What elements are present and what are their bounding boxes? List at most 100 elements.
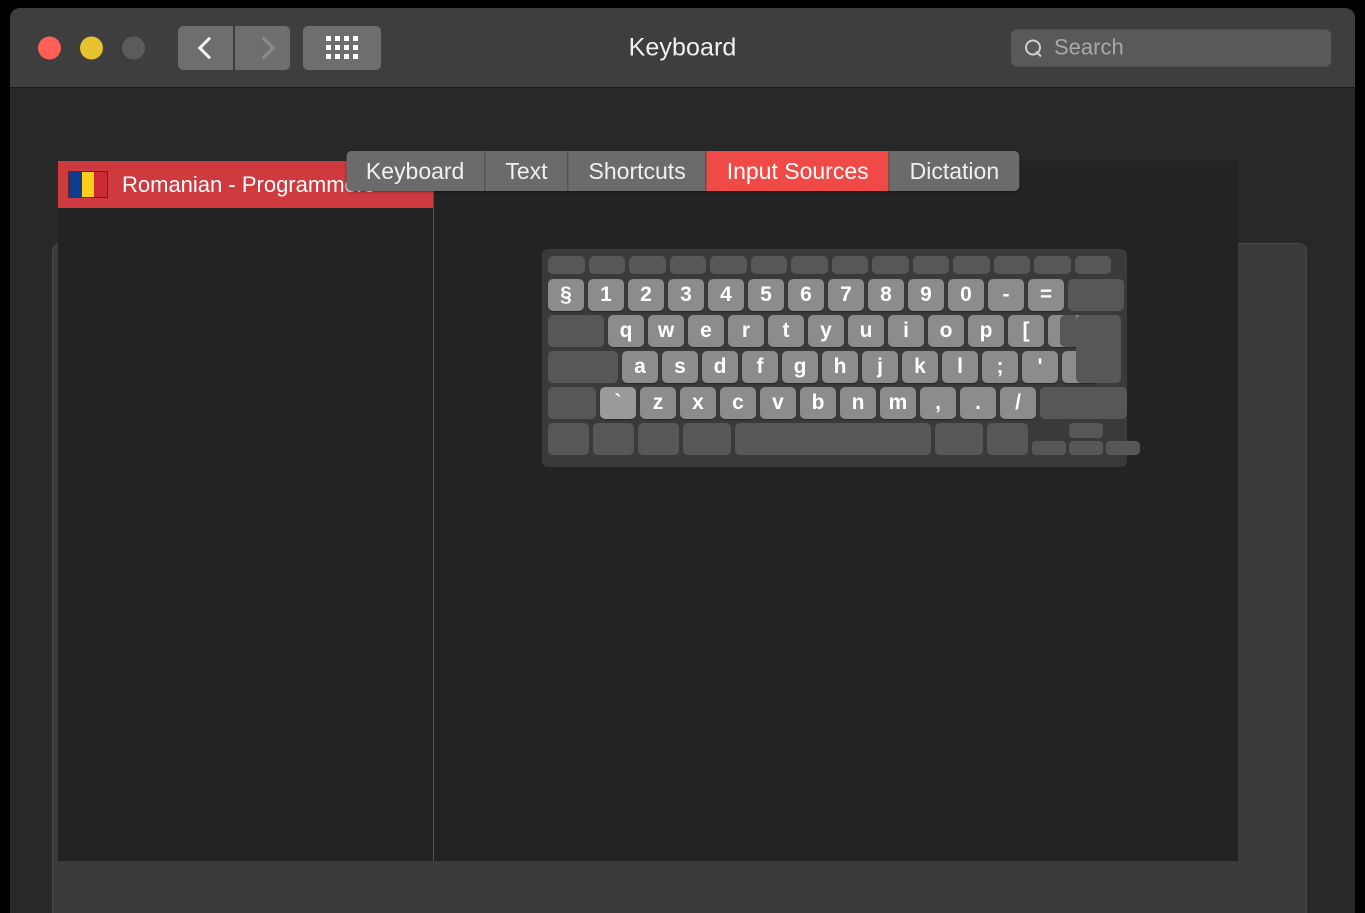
- key-3: 3: [668, 279, 704, 311]
- key-t: t: [768, 315, 804, 347]
- romania-flag-icon: [68, 171, 108, 198]
- key-.: .: [960, 387, 996, 419]
- key-,: ,: [920, 387, 956, 419]
- key-`: `: [600, 387, 636, 419]
- arrow-up-key: [1069, 423, 1103, 438]
- arrow-right-key: [1106, 441, 1140, 455]
- window-titlebar: Keyboard Search: [10, 8, 1355, 88]
- key-blank: [548, 256, 585, 274]
- key-j: j: [862, 351, 898, 383]
- key-a: a: [622, 351, 658, 383]
- key-blank: [638, 423, 679, 455]
- key-blank: [831, 256, 868, 274]
- key-/: /: [1000, 387, 1036, 419]
- key-blank: [735, 423, 931, 455]
- key-5: 5: [748, 279, 784, 311]
- keyboard-qwerty-row: qwertyuiop[]: [548, 315, 1121, 347]
- input-source-list[interactable]: Romanian - Programmers: [58, 161, 434, 861]
- key-blank: [1034, 256, 1071, 274]
- content-area: Keyboard Text Shortcuts Input Sources Dictat…: [10, 88, 1355, 913]
- search-placeholder: Search: [1054, 34, 1124, 60]
- key-z: z: [640, 387, 676, 419]
- key-blank: [1040, 387, 1127, 419]
- preferences-window: Keyboard Search Keyboard Text Shortcuts Inp…: [10, 8, 1355, 913]
- key-7: 7: [828, 279, 864, 311]
- key-9: 9: [908, 279, 944, 311]
- key-2: 2: [628, 279, 664, 311]
- tab-text[interactable]: Text: [485, 151, 569, 191]
- key-blank: [548, 351, 618, 383]
- key-n: n: [840, 387, 876, 419]
- key-blank: [629, 256, 666, 274]
- input-sources-pane: Romanian - Programmers § 1 2 3 4 5 6 7 8 9 0- = q w e r…: [58, 161, 1238, 861]
- key-p: p: [968, 315, 1004, 347]
- key-q: q: [608, 315, 644, 347]
- tab-dictation[interactable]: Dictation: [889, 151, 1020, 191]
- key-blank: [548, 387, 596, 419]
- arrow-key-cluster: [1032, 423, 1140, 455]
- key-s: s: [662, 351, 698, 383]
- key-y: y: [808, 315, 844, 347]
- keyboard-function-row: [548, 256, 1121, 274]
- key-return-notch: [1060, 315, 1076, 347]
- key-blank: [912, 256, 949, 274]
- key-k: k: [902, 351, 938, 383]
- tab-input-sources[interactable]: Input Sources: [706, 151, 890, 191]
- key-blank: [987, 423, 1028, 455]
- key-[: [: [1008, 315, 1044, 347]
- tab-keyboard[interactable]: Keyboard: [345, 151, 486, 191]
- key-blank: [791, 256, 828, 274]
- key--: -: [988, 279, 1024, 311]
- key-1: 1: [588, 279, 624, 311]
- key-blank: [935, 423, 983, 455]
- keyboard-number-row: § 1 2 3 4 5 6 7 8 9 0- =: [548, 279, 1124, 311]
- key-v: v: [760, 387, 796, 419]
- key-blank: [669, 256, 706, 274]
- key-l: l: [942, 351, 978, 383]
- key-blank: [683, 423, 731, 455]
- keyboard-home-row: asdfghjkl;'\: [548, 351, 1121, 383]
- key-': ': [1022, 351, 1058, 383]
- key-blank: [593, 423, 634, 455]
- arrow-down-key: [1069, 441, 1103, 455]
- keyboard-bottom-letter-row: ` z x c v b n m,. /: [548, 387, 1127, 419]
- key-x: x: [680, 387, 716, 419]
- key-c: c: [720, 387, 756, 419]
- search-icon: [1025, 39, 1042, 56]
- key-blank: [953, 256, 990, 274]
- key-blank: [750, 256, 787, 274]
- key-blank: [588, 256, 625, 274]
- key-0: 0: [948, 279, 984, 311]
- key-8: 8: [868, 279, 904, 311]
- key-blank: [993, 256, 1030, 274]
- key-r: r: [728, 315, 764, 347]
- key-§: §: [548, 279, 584, 311]
- key-h: h: [822, 351, 858, 383]
- key-blank: [548, 423, 589, 455]
- keyboard-preview-pane: §1234567890-= qwertyuiop[] asdfghjkl;'\ `zx…: [434, 161, 1238, 861]
- key-=: =: [1028, 279, 1064, 311]
- key-e: e: [688, 315, 724, 347]
- tab-bar: Keyboard Text Shortcuts Input Sources Dictat…: [345, 151, 1020, 191]
- key-blank: [710, 256, 747, 274]
- key-f: f: [742, 351, 778, 383]
- keyboard-modifier-row: [548, 423, 1140, 455]
- tab-shortcuts[interactable]: Shortcuts: [568, 151, 707, 191]
- key-d: d: [702, 351, 738, 383]
- key-6: 6: [788, 279, 824, 311]
- keyboard-layout-preview: §1234567890-= qwertyuiop[] asdfghjkl;'\ `zx…: [542, 249, 1140, 467]
- key-b: b: [800, 387, 836, 419]
- key-blank: [872, 256, 909, 274]
- key-blank: [1068, 279, 1124, 311]
- key-blank: [1074, 256, 1111, 274]
- key-4: 4: [708, 279, 744, 311]
- arrow-left-key: [1032, 441, 1066, 455]
- input-source-label: Romanian - Programmers: [122, 171, 376, 197]
- key-u: u: [848, 315, 884, 347]
- search-field[interactable]: Search: [1011, 29, 1331, 66]
- key-i: i: [888, 315, 924, 347]
- key-w: w: [648, 315, 684, 347]
- key-g: g: [782, 351, 818, 383]
- key-return: [1076, 315, 1121, 383]
- key-m: m: [880, 387, 916, 419]
